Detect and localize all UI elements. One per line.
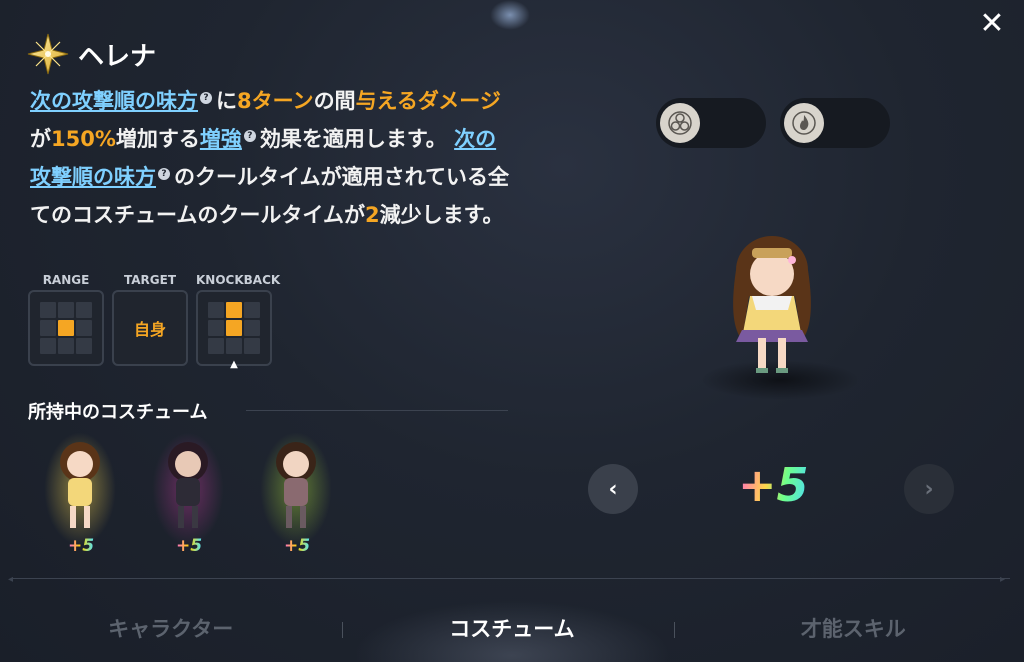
chevron-right-icon: › [924,476,934,502]
costume-card[interactable]: +5 [40,426,120,556]
divider [246,410,508,411]
divider-arrow-right-icon: ▸ [1000,574,1006,585]
close-button[interactable]: ✕ [976,8,1008,40]
enhance-level: +5 [176,536,203,556]
caret-up-icon: ▲ [230,359,238,370]
desc-text: 増加する [115,127,200,151]
close-icon: ✕ [979,6,1005,41]
ally-next-turn-link[interactable]: 次の攻撃順の味方 [30,89,198,113]
grid-cell [76,302,92,318]
next-costume-button[interactable]: › [904,464,954,514]
owned-costume-list: +5 +5 +5 [40,426,336,556]
character-preview-icon [733,236,811,373]
chibi-character-icon [60,442,100,528]
grid-cell [40,338,56,354]
costume-enhance-level: +5 [738,458,809,512]
skill-name: ヘレナ [78,41,157,72]
tab-divider [12,578,1010,579]
desc-text: が [30,127,51,151]
tab-talent-skill[interactable]: 才能スキル [683,596,1024,662]
skill-stats: RANGE TARGET 自身 KNOCKBACK ▲ [28,270,281,370]
divider-arrow-left-icon: ◂ [8,574,14,585]
help-icon[interactable]: ? [158,168,170,180]
desc-text: 効果を適用します。 [259,127,447,151]
help-icon[interactable]: ? [243,130,256,142]
costume-card[interactable]: +5 [256,426,336,556]
background-light-streak [490,0,530,30]
element-slot [780,98,890,148]
bottom-tabs: キャラクター コスチューム 才能スキル [0,596,1024,662]
grid-cell [208,302,224,318]
chibi-character-icon [168,442,208,528]
triple-circle-icon [660,103,700,143]
tab-separator [342,622,343,638]
knockback-grid [208,302,260,354]
desc-highlight: 与えるダメージ [355,89,501,113]
skill-description: 次の攻撃順の味方? に8ターンの間与えるダメージが150%増加する増強? 効果を適用… [30,82,510,234]
chevron-left-icon: ‹ [608,476,618,502]
owned-costumes-title: 所持中のコスチューム [28,402,208,423]
grid-cell [76,338,92,354]
grid-cell [226,338,242,354]
range-grid [40,302,92,354]
prev-costume-button[interactable]: ‹ [588,464,638,514]
desc-highlight: 8ターン [237,89,314,113]
enhance-level: +5 [68,536,95,556]
grid-cell [208,320,224,336]
grid-cell [58,302,74,318]
tab-costume[interactable]: コスチューム [341,596,683,662]
flame-icon [784,103,824,143]
buff-link[interactable]: 増強 [200,127,242,151]
grid-cell [208,338,224,354]
target-stat: TARGET 自身 [112,270,188,366]
desc-highlight: 150% [51,127,116,151]
grid-cell [40,302,56,318]
element-attributes [656,98,890,148]
help-icon[interactable]: ? [200,92,212,104]
grid-cell-active [58,320,74,336]
range-box [28,290,104,366]
grid-cell [244,302,260,318]
knockback-box: ▲ [196,290,272,370]
chibi-character-icon [276,442,316,528]
range-stat: RANGE [28,270,104,366]
desc-text: に [216,89,237,113]
grid-cell-active [226,320,242,336]
grid-cell [244,338,260,354]
target-value: 自身 [133,320,166,339]
enhance-level: +5 [284,536,311,556]
desc-highlight: 2 [364,203,380,227]
grid-cell-active [226,302,242,318]
tab-separator [674,622,675,638]
desc-text: の間 [313,89,356,113]
target-label: TARGET [123,273,176,287]
range-label: RANGE [42,273,90,287]
grid-cell [40,320,56,336]
costume-card[interactable]: +5 [148,426,228,556]
tab-character[interactable]: キャラクター [0,596,341,662]
knockback-stat: KNOCKBACK ▲ [196,270,281,370]
desc-text: 減少します。 [379,203,504,227]
grid-cell [244,320,260,336]
sparkle-star-icon [27,33,69,75]
skill-header: ヘレナ [26,32,156,76]
target-box: 自身 [112,290,188,366]
element-slot [656,98,766,148]
grid-cell [76,320,92,336]
knockback-label: KNOCKBACK [196,273,281,287]
grid-cell [58,338,74,354]
